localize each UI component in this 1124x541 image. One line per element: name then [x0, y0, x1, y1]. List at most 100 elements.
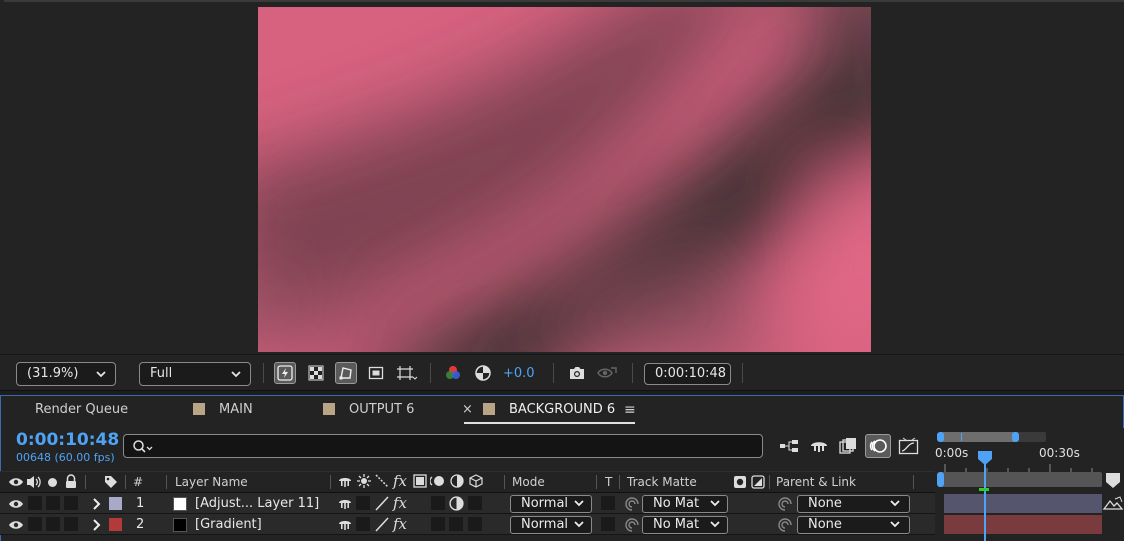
tab-output-6[interactable]: OUTPUT 6 [349, 402, 414, 417]
label-color-swatch[interactable] [109, 497, 122, 510]
video-visibility-icon[interactable] [8, 476, 24, 492]
pick-whip-icon[interactable] [624, 496, 640, 516]
magnification-dropdown[interactable]: (31.9%) [16, 362, 116, 386]
adjustment-layer-icon[interactable] [450, 474, 464, 492]
composition-flowchart-button[interactable] [779, 438, 799, 458]
region-of-interest-button[interactable] [365, 362, 387, 384]
preserve-transparency-switch[interactable] [601, 517, 615, 531]
lock-switch[interactable] [64, 517, 78, 531]
frame-blending-button[interactable] [838, 437, 858, 459]
column-layer-name[interactable]: Layer Name [175, 475, 248, 489]
adjustment-switch-icon[interactable] [449, 496, 464, 515]
resolution-dropdown[interactable]: Full [139, 362, 251, 386]
frame-blending-switch-icon[interactable] [413, 474, 427, 492]
zoom-mountain-icon[interactable] [1102, 495, 1124, 513]
grid-guides-button[interactable] [394, 362, 420, 384]
visibility-eye-icon[interactable] [8, 498, 24, 514]
effects-fx-icon[interactable]: fx [393, 472, 407, 490]
column-parent-link[interactable]: Parent & Link [776, 475, 856, 489]
composition-canvas[interactable] [258, 7, 871, 352]
lock-icon[interactable] [64, 474, 78, 493]
preserve-transparency-switch[interactable] [601, 496, 615, 510]
motion-blur-button[interactable] [865, 434, 891, 458]
mask-visibility-button[interactable] [335, 362, 357, 384]
motion-blur-switch-icon[interactable] [429, 474, 446, 492]
3d-layer-icon[interactable] [469, 474, 483, 492]
label-tag-icon[interactable] [103, 474, 119, 494]
quality-switch-icon[interactable] [374, 496, 390, 515]
layer-duration-bar[interactable] [944, 494, 1102, 513]
parent-pick-whip-icon[interactable] [777, 517, 793, 537]
navigator-end-handle[interactable] [1012, 432, 1019, 442]
solo-switch[interactable] [46, 496, 60, 510]
audio-switch[interactable] [28, 517, 42, 531]
time-navigator-range[interactable] [940, 432, 1016, 442]
layer-duration-bar[interactable] [944, 515, 1102, 534]
label-color-swatch[interactable] [109, 518, 122, 531]
mode-dropdown[interactable]: Normal [510, 516, 592, 534]
track-matte-dropdown[interactable]: No Mat [642, 495, 728, 513]
navigator-start-handle[interactable] [937, 432, 944, 442]
reset-exposure-button[interactable] [472, 362, 494, 384]
column-t[interactable]: T [605, 475, 612, 489]
quality-switch-icon[interactable] [374, 517, 390, 536]
effects-switch-icon[interactable]: fx [393, 515, 407, 533]
show-snapshot-button[interactable] [596, 362, 618, 384]
tab-main[interactable]: MAIN [219, 402, 253, 417]
work-area-bar[interactable] [940, 472, 1102, 487]
shy-switch-icon[interactable] [338, 497, 352, 514]
current-time-timecode[interactable]: 0:00:10:48 [16, 430, 119, 450]
expand-chevron-icon[interactable] [91, 497, 101, 515]
playhead-handle-icon[interactable] [977, 450, 993, 466]
effects-switch-icon[interactable]: fx [393, 494, 407, 512]
frame-blend-switch[interactable] [431, 517, 445, 531]
tab-panel-menu-button[interactable]: ≡ [624, 402, 636, 418]
playhead-line[interactable] [984, 462, 986, 541]
fast-previews-button[interactable] [274, 362, 296, 384]
solo-icon[interactable] [48, 478, 57, 487]
time-ruler-ticks[interactable] [935, 460, 1124, 472]
track-matte-dropdown[interactable]: No Mat [642, 516, 728, 534]
frame-blend-switch[interactable] [431, 496, 445, 510]
tab-close-button[interactable]: × [462, 402, 473, 417]
hide-shy-layers-button[interactable] [809, 438, 829, 458]
parent-dropdown[interactable]: None [797, 495, 910, 513]
parent-pick-whip-icon[interactable] [777, 496, 793, 516]
mode-dropdown[interactable]: Normal [510, 495, 592, 513]
shy-switch-header-icon[interactable] [338, 475, 352, 492]
collapse-transform-icon[interactable] [357, 474, 371, 492]
layer-name[interactable]: [Adjust... Layer 11] [195, 496, 319, 511]
tab-render-queue[interactable]: Render Queue [35, 402, 128, 417]
current-time-display[interactable]: 0:00:10:48 [644, 363, 731, 385]
channel-button[interactable] [442, 362, 464, 384]
collapse-switch[interactable] [356, 517, 370, 531]
audio-switch[interactable] [28, 496, 42, 510]
track-matte-alpha-icon[interactable] [733, 475, 747, 493]
adjustment-switch[interactable] [449, 517, 463, 531]
audio-icon[interactable] [26, 475, 44, 493]
shy-switch-icon[interactable] [338, 518, 352, 535]
expand-chevron-icon[interactable] [91, 518, 101, 536]
graph-editor-button[interactable] [898, 437, 920, 459]
tab-background-6[interactable]: BACKGROUND 6 [509, 402, 615, 417]
column-mode[interactable]: Mode [512, 475, 545, 489]
column-number[interactable]: # [133, 475, 143, 489]
pick-whip-icon[interactable] [624, 517, 640, 537]
3d-switch[interactable] [468, 496, 482, 510]
quality-icon[interactable] [375, 474, 389, 492]
comp-marker-bin-icon[interactable] [1105, 472, 1121, 489]
layer-name[interactable]: [Gradient] [195, 517, 262, 532]
parent-dropdown[interactable]: None [797, 516, 910, 534]
visibility-eye-icon[interactable] [8, 519, 24, 535]
exposure-value[interactable]: +0.0 [503, 366, 535, 381]
3d-switch[interactable] [468, 517, 482, 531]
track-matte-invert-icon[interactable] [751, 475, 765, 493]
take-snapshot-button[interactable] [566, 362, 588, 384]
work-area-start-handle[interactable] [937, 472, 944, 487]
layer-search-input[interactable] [123, 434, 763, 458]
transparency-grid-button[interactable] [305, 362, 327, 384]
lock-switch[interactable] [64, 496, 78, 510]
collapse-switch[interactable] [356, 496, 370, 510]
solo-switch[interactable] [46, 517, 60, 531]
column-track-matte[interactable]: Track Matte [627, 475, 697, 489]
